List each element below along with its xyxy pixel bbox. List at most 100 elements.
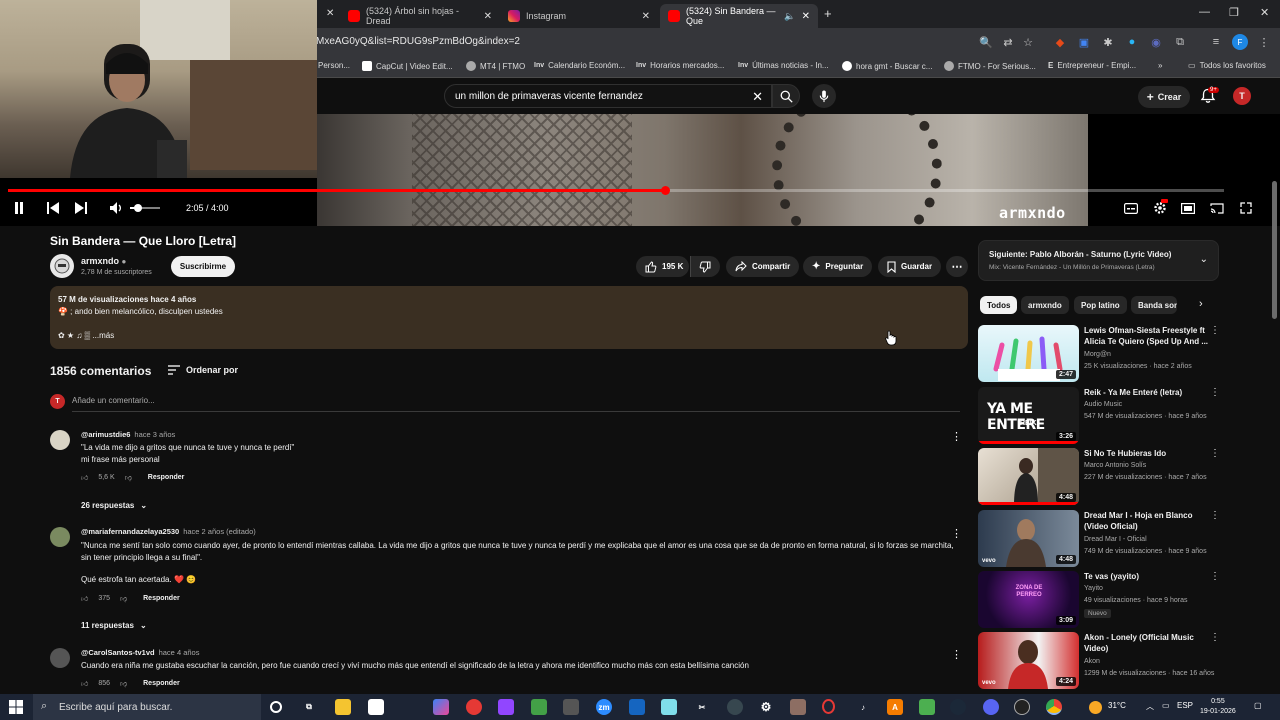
video-channel[interactable]: Akon bbox=[1084, 658, 1100, 665]
more-bookmarks-icon[interactable]: » bbox=[1158, 61, 1162, 70]
video-channel[interactable]: Audio Music bbox=[1084, 401, 1122, 408]
video-channel[interactable]: Morg@n bbox=[1084, 351, 1111, 358]
comment-menu-icon[interactable]: ⋮ bbox=[951, 430, 962, 443]
video-menu-icon[interactable]: ⋮ bbox=[1210, 571, 1220, 582]
mute-button[interactable] bbox=[108, 200, 124, 216]
like-button[interactable]: 195 K bbox=[636, 256, 690, 277]
commenter-avatar[interactable] bbox=[50, 648, 70, 668]
app-icon[interactable] bbox=[790, 699, 806, 715]
comment-menu-icon[interactable]: ⋮ bbox=[951, 527, 962, 540]
bookmark-item[interactable]: E Entrepreneur - Empi... bbox=[1048, 61, 1136, 70]
video-thumbnail[interactable]: YA ME ENTERE REIK 3:26 bbox=[978, 387, 1079, 444]
settings-button[interactable] bbox=[1151, 199, 1169, 216]
zoom-icon[interactable]: 🔍 bbox=[978, 34, 994, 50]
sort-comments-button[interactable]: Ordenar por bbox=[168, 365, 238, 375]
minimize-icon[interactable]: — bbox=[1199, 6, 1210, 18]
create-button[interactable]: + Crear bbox=[1138, 86, 1190, 108]
dislike-button[interactable] bbox=[690, 256, 720, 277]
recommended-video[interactable]: vevo 4:48 Dread Mar I - Hoja en Blanco (… bbox=[978, 510, 1220, 567]
voice-search-button[interactable] bbox=[812, 84, 836, 108]
video-thumbnail[interactable]: ZONA DE PERREO 3:09 bbox=[978, 571, 1079, 628]
reply-button[interactable]: Responder bbox=[148, 474, 185, 481]
video-thumbnail[interactable]: vevo 4:48 bbox=[978, 510, 1079, 567]
bookmark-item[interactable]: hora gmt - Buscar c... bbox=[842, 61, 932, 71]
video-title[interactable]: Si No Te Hubieras Ido bbox=[1084, 448, 1208, 459]
video-title[interactable]: Reik - Ya Me Enteré (letra) bbox=[1084, 387, 1208, 398]
video-thumbnail[interactable]: 2:47 bbox=[978, 325, 1079, 382]
description-box[interactable]: 57 M de visualizaciones hace 4 años 🍄 ; … bbox=[50, 286, 968, 349]
tab-dread-mar[interactable]: (5324) Árbol sin hojas - Dread ✕ bbox=[340, 4, 500, 28]
speaker-icon[interactable]: 🔈 bbox=[784, 11, 795, 22]
app-icon[interactable] bbox=[661, 699, 677, 715]
reply-button[interactable]: Responder bbox=[143, 680, 180, 687]
video-menu-icon[interactable]: ⋮ bbox=[1210, 325, 1220, 336]
subscribe-button[interactable]: Suscribirme bbox=[171, 256, 235, 277]
tab-close-icon[interactable]: ✕ bbox=[326, 8, 334, 19]
video-menu-icon[interactable]: ⋮ bbox=[1210, 448, 1220, 459]
extensions-puzzle-icon[interactable]: ⧉ bbox=[1172, 34, 1188, 50]
translate-icon[interactable]: ⇄ bbox=[1000, 34, 1016, 50]
chip-todos[interactable]: Todos bbox=[980, 296, 1018, 314]
twitch-icon[interactable] bbox=[498, 699, 514, 715]
bookmark-item[interactable]: MT4 | FTMO bbox=[466, 61, 525, 71]
video-title[interactable]: Te vas (yayito) bbox=[1084, 571, 1208, 582]
steam-icon[interactable] bbox=[950, 699, 966, 715]
comment-author[interactable]: @CarolSantos-tv1vd hace 4 años bbox=[81, 648, 199, 657]
subtitles-button[interactable] bbox=[1123, 200, 1139, 216]
comment-author[interactable]: @arimustdie6 hace 3 años bbox=[81, 430, 175, 439]
add-comment-input[interactable]: Añade un comentario... bbox=[72, 396, 155, 405]
dislike-comment-button[interactable]: 👎︎ bbox=[120, 594, 127, 603]
all-favorites-folder[interactable]: ▭ Todos los favoritos bbox=[1188, 61, 1266, 70]
bookmark-star-icon[interactable]: ☆ bbox=[1020, 34, 1036, 50]
extension-icon[interactable]: ● bbox=[1124, 34, 1140, 50]
network-icon[interactable]: ▭ bbox=[1162, 701, 1170, 710]
taskbar-search-input[interactable]: ⌕ Escribe aquí para buscar. bbox=[33, 694, 261, 720]
app-icon[interactable] bbox=[629, 699, 645, 715]
pause-button[interactable] bbox=[10, 200, 28, 216]
cast-button[interactable] bbox=[1209, 200, 1225, 216]
show-more-link[interactable]: ✿ ★ ♫ ▒ ...más bbox=[58, 331, 114, 340]
tiktok-icon[interactable]: ♪ bbox=[855, 699, 871, 715]
tab-sin-bandera[interactable]: (5324) Sin Bandera — Que 🔈 ✕ bbox=[660, 4, 818, 28]
recommended-video[interactable]: vevo 4:24 Akon - Lonely (Official Music … bbox=[978, 632, 1220, 689]
up-next-panel[interactable]: Siguiente: Pablo Alborán - Saturno (Lyri… bbox=[978, 240, 1219, 281]
like-comment-button[interactable]: 👍︎ bbox=[81, 679, 88, 688]
clear-search-icon[interactable]: ✕ bbox=[752, 89, 763, 105]
chip-pop-latino[interactable]: Pop latino bbox=[1074, 296, 1127, 314]
share-button[interactable]: Compartir bbox=[726, 256, 800, 277]
file-explorer-icon[interactable] bbox=[335, 699, 351, 715]
more-actions-button[interactable]: ⋯ bbox=[946, 256, 968, 277]
bookmark-item[interactable]: Person... bbox=[318, 61, 350, 70]
chip-banda-sonora[interactable]: Banda sonora bbox=[1131, 296, 1177, 314]
obs-icon[interactable] bbox=[1014, 699, 1030, 715]
weather-temperature[interactable]: 31°C bbox=[1108, 701, 1126, 710]
close-icon[interactable]: ✕ bbox=[802, 11, 810, 22]
reading-list-icon[interactable]: ≡ bbox=[1208, 34, 1224, 50]
channel-name[interactable]: armxndo ● bbox=[81, 256, 126, 266]
zoom-app-icon[interactable]: zm bbox=[596, 699, 612, 715]
dislike-comment-button[interactable]: 👎︎ bbox=[125, 473, 132, 482]
like-comment-button[interactable]: 👍︎ bbox=[81, 594, 88, 603]
previous-button[interactable] bbox=[44, 200, 62, 216]
notepad-icon[interactable] bbox=[368, 699, 384, 715]
app-icon[interactable] bbox=[531, 699, 547, 715]
record-app-icon[interactable] bbox=[466, 699, 482, 715]
copilot-icon[interactable] bbox=[433, 699, 449, 715]
page-scrollbar[interactable] bbox=[1272, 181, 1277, 319]
chevron-down-icon[interactable]: ⌄ bbox=[1200, 254, 1208, 265]
url-field[interactable]: MxeAG0yQ&list=RDUG9sPzmBdOg&index=2 bbox=[316, 36, 520, 47]
commenter-avatar[interactable] bbox=[50, 430, 70, 450]
settings-gear-icon[interactable]: ⚙ bbox=[758, 699, 774, 715]
lang-indicator[interactable]: ESP bbox=[1177, 701, 1193, 710]
system-clock[interactable]: 0:55 19-01-2026 bbox=[1200, 697, 1236, 717]
channel-avatar[interactable] bbox=[50, 254, 74, 278]
extension-icon[interactable]: ◆ bbox=[1052, 34, 1068, 50]
opera-icon[interactable] bbox=[822, 699, 835, 714]
video-channel[interactable]: Dread Mar I - Oficial bbox=[1084, 536, 1147, 543]
video-channel[interactable]: Yayito bbox=[1084, 585, 1103, 592]
recommended-video[interactable]: 2:47 Lewis Ofman-Siesta Freestyle ft Ali… bbox=[978, 325, 1220, 382]
bookmark-item[interactable]: CapCut | Video Edit... bbox=[362, 61, 453, 71]
user-avatar[interactable]: T bbox=[1233, 87, 1251, 105]
reply-button[interactable]: Responder bbox=[143, 595, 180, 602]
close-icon[interactable]: ✕ bbox=[642, 11, 650, 22]
